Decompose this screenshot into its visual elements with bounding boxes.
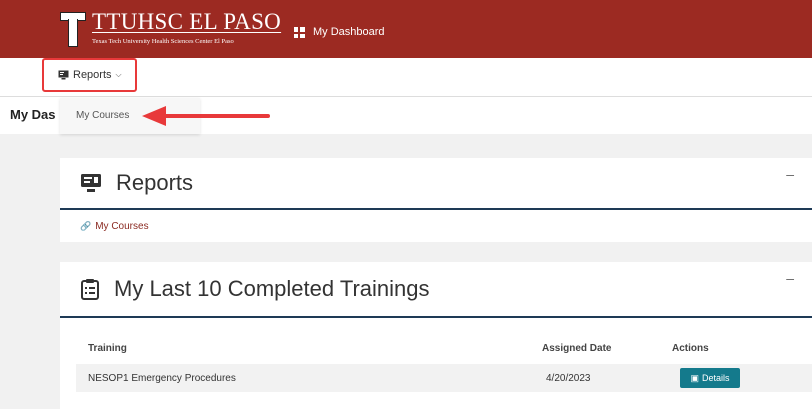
collapse-button[interactable]: – [786,166,794,182]
trainings-card-header: My Last 10 Completed Trainings – [60,262,812,318]
double-t-logo-icon [60,10,86,48]
trainings-card: My Last 10 Completed Trainings – Trainin… [60,262,812,409]
ttuhsc-logo[interactable]: TTUHSC EL PASO Texas Tech University Hea… [60,10,281,50]
logo-subtitle: Texas Tech University Health Sciences Ce… [92,38,234,45]
collapse-button[interactable]: – [786,270,794,286]
link-icon: 🔗 [80,220,92,231]
column-header-actions: Actions [672,343,709,354]
training-name: NESOP1 Emergency Procedures [88,372,236,384]
logo-title: TTUHSC EL PASO [92,9,282,34]
dashboard-label: My Dashboard [313,26,385,38]
red-arrow-annotation [142,106,270,126]
clipboard-list-icon [81,279,99,300]
column-header-assigned-date: Assigned Date [542,343,612,354]
dashboard-grid-icon [294,26,305,38]
calendar-icon: ▣ [690,372,699,383]
trainings-card-title: My Last 10 Completed Trainings [114,276,430,301]
details-button-label: Details [702,373,730,383]
reports-label: Reports [73,69,112,81]
page-title: My Das [10,107,56,122]
chevron-down-icon: ⌵ [115,70,122,79]
monitor-icon [58,70,69,80]
table-header: Training Assigned Date Actions [60,318,812,364]
reports-card: Reports – 🔗 My Courses [60,158,812,242]
my-courses-link[interactable]: 🔗 My Courses [60,210,812,242]
my-courses-link-label: My Courses [95,220,149,232]
table-row: NESOP1 Emergency Procedures 4/20/2023 ▣ … [76,364,812,392]
dropdown-item-my-courses[interactable]: My Courses [76,110,129,121]
reports-dropdown-toggle[interactable]: Reports ⌵ [42,58,137,92]
monitor-icon [81,174,101,192]
details-button[interactable]: ▣ Details [680,368,740,388]
my-dashboard-link[interactable]: My Dashboard [294,26,385,38]
column-header-training: Training [88,343,127,354]
assigned-date: 4/20/2023 [546,372,591,384]
reports-card-header: Reports – [60,158,812,210]
reports-card-title: Reports [116,170,194,195]
